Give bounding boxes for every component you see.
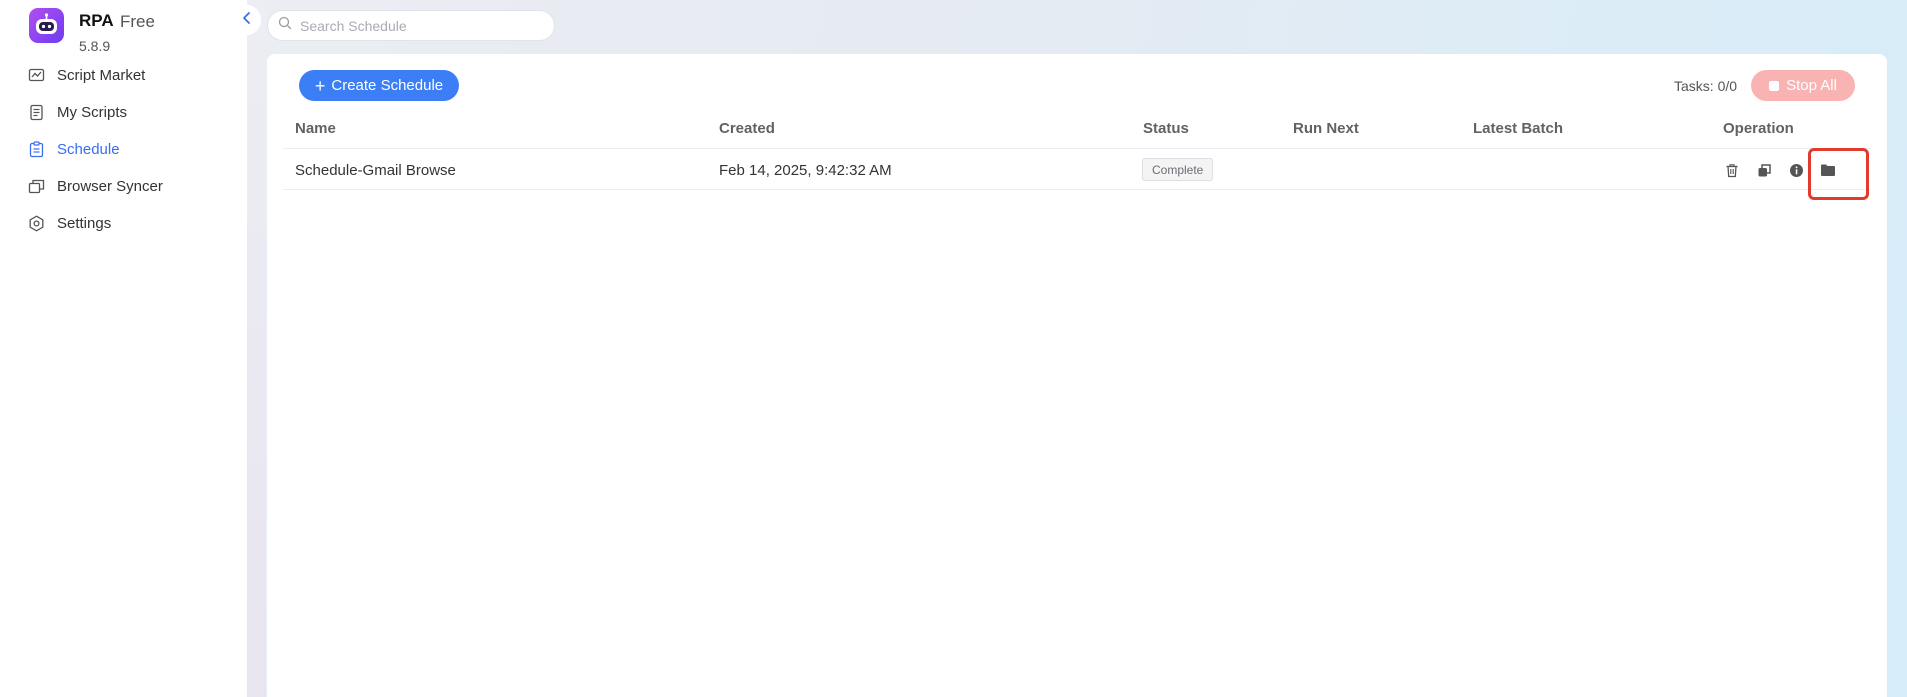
sidebar-item-label: Settings — [57, 214, 112, 232]
stop-all-button[interactable]: Stop All — [1751, 70, 1855, 101]
schedule-panel: + Create Schedule Tasks: 0/0 Stop All Na… — [267, 54, 1887, 697]
sidebar-item-label: Script Market — [57, 66, 146, 84]
sidebar-item-my-scripts[interactable]: My Scripts — [0, 94, 247, 130]
sidebar-edge — [247, 0, 266, 697]
sidebar-item-settings[interactable]: Settings — [0, 205, 247, 241]
column-header-run-next: Run Next — [1293, 120, 1359, 137]
sidebar-item-label: My Scripts — [57, 103, 128, 121]
search-input[interactable] — [300, 17, 540, 34]
table-row-divider — [283, 189, 1871, 190]
collapse-sidebar-button[interactable] — [233, 5, 261, 35]
highlight-box — [1808, 148, 1869, 200]
gear-icon — [28, 214, 45, 232]
search-icon — [278, 16, 292, 35]
cell-created: Feb 14, 2025, 9:42:32 AM — [719, 162, 892, 179]
app-version: 5.8.9 — [79, 38, 111, 54]
tasks-count: Tasks: 0/0 — [1674, 78, 1738, 94]
stop-icon — [1769, 80, 1780, 91]
chart-icon — [28, 67, 45, 84]
sidebar-item-label: Browser Syncer — [57, 177, 163, 195]
robot-logo-icon — [29, 8, 64, 43]
column-header-created: Created — [719, 120, 775, 137]
search-box — [267, 10, 555, 41]
column-header-operation: Operation — [1723, 120, 1794, 137]
create-schedule-button[interactable]: + Create Schedule — [299, 70, 459, 101]
chevron-left-icon — [241, 11, 253, 30]
sidebar: RPA Free 5.8.9 Script Market My Scripts … — [0, 0, 247, 697]
info-icon[interactable] — [1788, 162, 1804, 178]
sidebar-item-label: Schedule — [57, 140, 120, 158]
table-header-divider — [283, 148, 1871, 149]
clipboard-icon — [28, 140, 45, 158]
sidebar-item-script-market[interactable]: Script Market — [0, 57, 247, 93]
column-header-name: Name — [295, 120, 336, 137]
app-tier: Free — [120, 12, 155, 31]
sidebar-item-schedule[interactable]: Schedule — [0, 131, 247, 167]
column-header-latest-batch: Latest Batch — [1473, 120, 1564, 137]
status-badge: Complete — [1142, 158, 1214, 181]
windows-icon — [28, 178, 45, 195]
plus-icon: + — [314, 75, 326, 96]
create-schedule-label: Create Schedule — [331, 77, 444, 94]
document-icon — [28, 104, 45, 121]
app-name: RPA — [79, 11, 114, 30]
column-header-status: Status — [1143, 120, 1189, 137]
sidebar-item-browser-syncer[interactable]: Browser Syncer — [0, 168, 247, 204]
stop-all-label: Stop All — [1786, 77, 1837, 94]
trash-icon[interactable] — [1724, 162, 1740, 178]
cell-name: Schedule-Gmail Browse — [295, 162, 456, 179]
copy-icon[interactable] — [1756, 162, 1772, 178]
